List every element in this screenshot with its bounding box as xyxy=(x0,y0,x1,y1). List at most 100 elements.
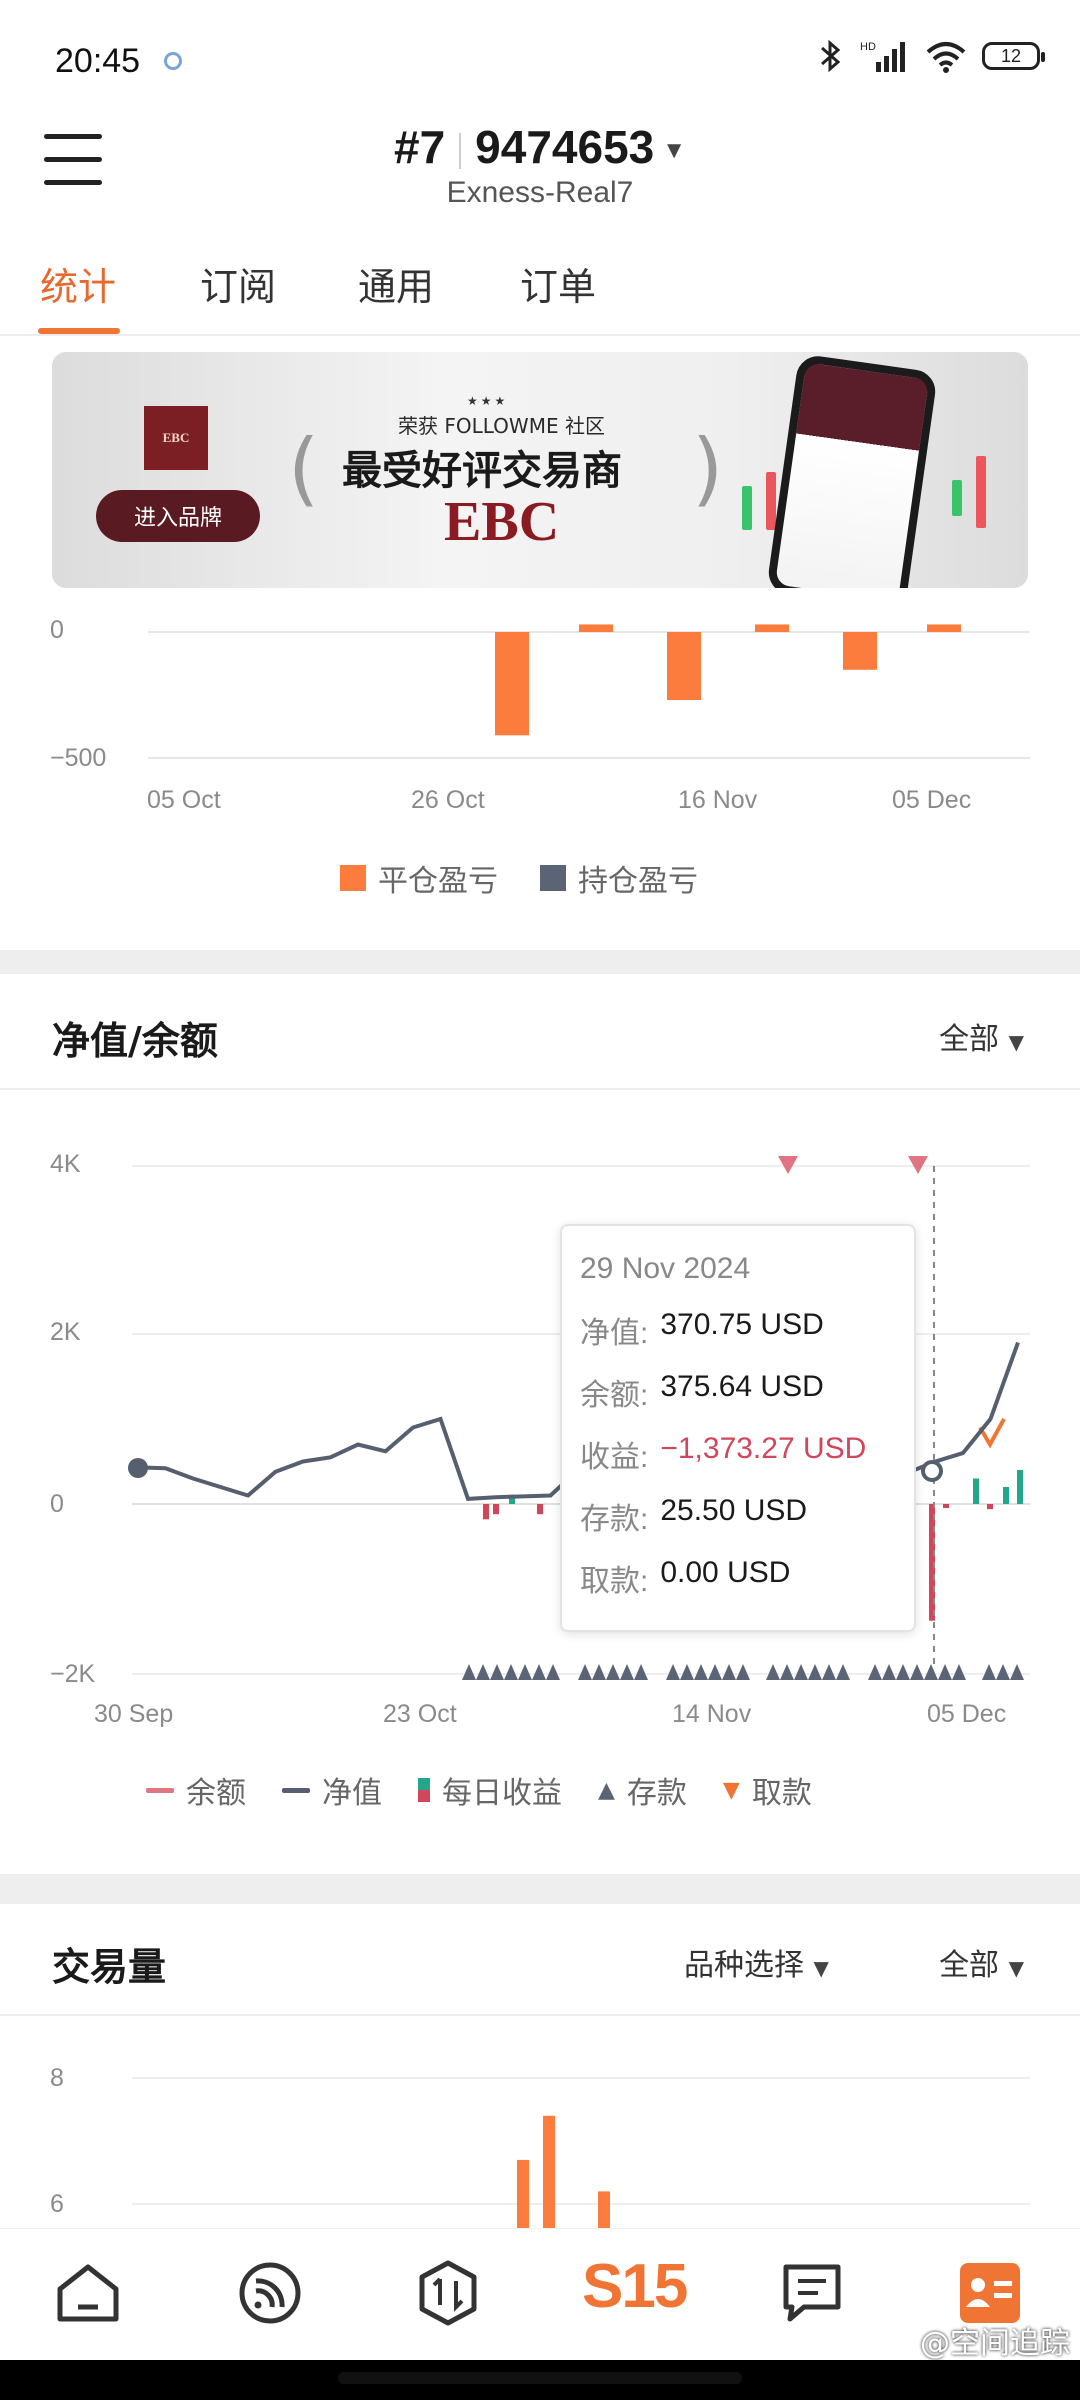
equity-y-tick: −2K xyxy=(50,1660,96,1688)
banner-brand: EBC xyxy=(444,491,560,553)
deposit-marker xyxy=(924,1664,938,1680)
server-name: Exness-Real7 xyxy=(446,176,634,209)
banner-title: 最受好评交易商 xyxy=(342,448,622,494)
deposit-marker xyxy=(620,1664,634,1680)
deposit-marker xyxy=(606,1664,620,1680)
deposit-marker xyxy=(996,1664,1010,1680)
deposit-marker xyxy=(938,1664,952,1680)
triangle-down-icon: ▼ xyxy=(722,1777,740,1803)
laurel-left-icon: ( xyxy=(288,422,320,515)
stars-icon: ★★★ xyxy=(467,394,509,408)
pnl-y-tick: 0 xyxy=(50,616,64,644)
candle-icon xyxy=(766,472,776,530)
pnl-bar xyxy=(495,632,529,736)
equity-y-tick: 4K xyxy=(50,1150,81,1178)
feed-icon[interactable] xyxy=(236,2259,304,2327)
volume-y-tick: 8 xyxy=(50,2064,64,2092)
volume-range-filter[interactable]: 全部 ▼ xyxy=(939,1940,1024,1984)
volume-y-tick: 6 xyxy=(50,2190,64,2218)
ad-banner[interactable]: EBC 进入品牌 ( ) ★★★ 荣获 FOLLOWME 社区 最受好评交易商 … xyxy=(52,352,1028,588)
deposit-marker xyxy=(504,1664,518,1680)
candle-icon xyxy=(976,456,986,528)
caret-down-icon: ▼ xyxy=(1008,1030,1024,1054)
tooltip-date: 29 Nov 2024 xyxy=(580,1252,751,1285)
legend-withdraw[interactable]: ▼ 取款 xyxy=(723,1768,812,1812)
tab-orders[interactable]: 订单 xyxy=(520,256,596,311)
ebc-logo: EBC xyxy=(144,406,208,470)
home-icon[interactable] xyxy=(54,2259,122,2327)
volume-bar xyxy=(598,2191,610,2228)
deposit-marker xyxy=(722,1664,736,1680)
tab-subscribe[interactable]: 订阅 xyxy=(200,256,276,311)
tooltip-row-deposit: 存款: 25.50 USD xyxy=(580,1494,808,1536)
chart-tooltip: 29 Nov 2024 净值: 370.75 USD 余额: 375.64 USD … xyxy=(560,1224,916,1632)
equity-start-point xyxy=(128,1458,148,1478)
deposit-marker xyxy=(680,1664,694,1680)
enter-brand-button[interactable]: 进入品牌 xyxy=(96,490,260,542)
deposit-marker xyxy=(666,1664,680,1680)
deposit-marker xyxy=(532,1664,546,1680)
bottom-nav: S15 xyxy=(0,2228,1080,2360)
active-tab-indicator xyxy=(38,328,120,334)
tab-stats[interactable]: 统计 xyxy=(40,256,116,311)
account-number: 9474653 xyxy=(475,121,655,173)
wifi-icon xyxy=(926,42,966,73)
deposit-marker xyxy=(476,1664,490,1680)
equity-y-tick: 2K xyxy=(50,1318,81,1346)
deposit-marker xyxy=(780,1664,794,1680)
daily-gain-bar xyxy=(973,1478,979,1504)
account-prefix: #7 xyxy=(393,121,446,173)
deposit-marker xyxy=(518,1664,532,1680)
section-divider xyxy=(0,1874,1080,1904)
deposit-marker xyxy=(822,1664,836,1680)
legend-balance[interactable]: 余额 xyxy=(146,1768,246,1812)
tab-general[interactable]: 通用 xyxy=(358,256,434,311)
daily-gain-bar xyxy=(943,1504,949,1508)
caret-down-icon: ▼ xyxy=(1008,1956,1024,1980)
legend-daily-gain[interactable]: 每日收益 xyxy=(418,1768,562,1812)
deposit-marker xyxy=(592,1664,606,1680)
message-icon[interactable] xyxy=(778,2259,846,2327)
deposit-marker xyxy=(490,1664,504,1680)
legend-closed-pnl[interactable]: 平仓盈亏 xyxy=(340,856,498,900)
banner-subtitle: 荣获 FOLLOWME 社区 xyxy=(398,414,605,438)
pnl-x-tick: 05 Oct xyxy=(147,786,221,814)
daily-gain-bar xyxy=(1003,1487,1009,1504)
legend-open-pnl[interactable]: 持仓盈亏 xyxy=(540,856,698,900)
divider xyxy=(0,2014,1080,2016)
deposit-marker xyxy=(982,1664,996,1680)
equity-x-tick: 14 Nov xyxy=(672,1700,752,1728)
deposit-marker xyxy=(868,1664,882,1680)
volume-bar xyxy=(517,2159,529,2228)
watermark: @空间追踪 xyxy=(920,2326,1070,2361)
deposit-marker xyxy=(836,1664,850,1680)
location-icon xyxy=(164,52,182,70)
equity-section-title: 净值/余额 xyxy=(52,1019,218,1063)
section-divider xyxy=(0,950,1080,974)
legend-deposit[interactable]: ▲ 存款 xyxy=(598,1768,687,1812)
deposit-marker xyxy=(546,1664,560,1680)
equity-range-filter[interactable]: 全部 ▼ xyxy=(939,1014,1024,1058)
caret-down-icon: ▼ xyxy=(662,136,687,164)
legend-equity[interactable]: 净值 xyxy=(282,1768,382,1812)
equity-x-tick: 05 Dec xyxy=(927,1700,1007,1728)
tooltip-row-profit: 收益: −1,373.27 USD xyxy=(580,1432,867,1474)
volume-section-title: 交易量 xyxy=(52,1945,167,1989)
tooltip-row-equity: 净值: 370.75 USD xyxy=(580,1308,824,1350)
symbol-filter[interactable]: 品种选择 ▼ xyxy=(684,1940,829,1984)
trade-icon[interactable] xyxy=(414,2259,482,2327)
laurel-right-icon: ) xyxy=(692,422,724,515)
equity-x-tick: 23 Oct xyxy=(383,1700,457,1728)
daily-gain-bar xyxy=(987,1504,993,1510)
volume-bar xyxy=(543,2115,555,2228)
home-indicator[interactable] xyxy=(338,2372,742,2384)
pnl-bar xyxy=(843,632,877,670)
equity-line-chart xyxy=(128,1156,1030,1680)
s15-icon[interactable]: S15 xyxy=(582,2251,688,2322)
deposit-marker xyxy=(882,1664,896,1680)
volume-bar-chart xyxy=(132,2077,1030,2228)
profile-card-icon[interactable] xyxy=(956,2259,1024,2327)
selected-point xyxy=(921,1460,943,1482)
pnl-y-tick: −500 xyxy=(50,744,107,772)
account-selector[interactable]: #7 9474653 ▼ xyxy=(0,120,1080,174)
